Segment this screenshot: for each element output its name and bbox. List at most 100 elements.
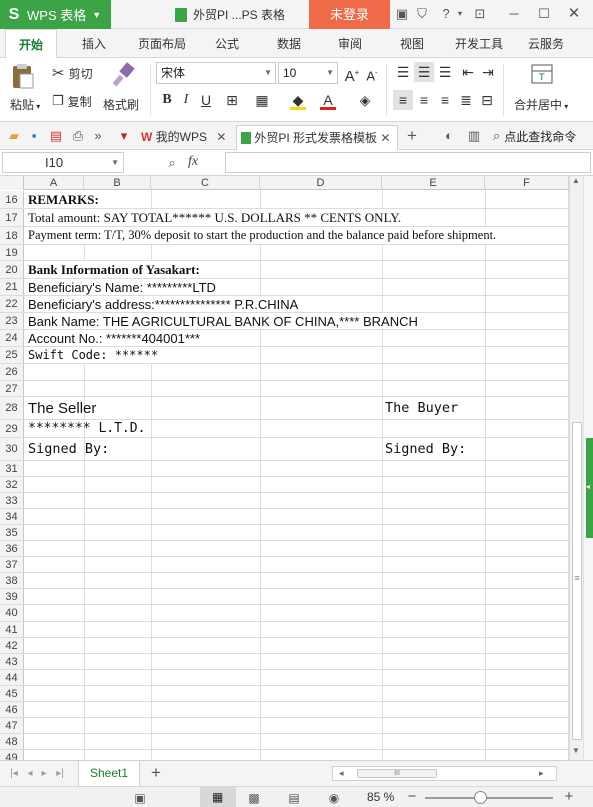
side-panel-toggle[interactable]: ◂	[586, 438, 593, 538]
reading-layout-icon[interactable]: ▤	[286, 790, 302, 806]
pdf-icon[interactable]: ▤	[48, 128, 64, 144]
app-menu-button[interactable]: S WPS 表格 ▼	[0, 0, 111, 29]
row-header[interactable]: 48	[0, 734, 24, 749]
align-center-icon[interactable]: ≡	[414, 90, 434, 110]
font-size-select[interactable]: 10 ▼	[278, 62, 338, 84]
fill-color-icon[interactable]: ◆	[288, 90, 308, 110]
format-painter-button[interactable]: 格式刷	[103, 62, 143, 120]
save-icon[interactable]: ▪	[26, 128, 42, 144]
scroll-right-icon[interactable]: ▸	[539, 768, 544, 779]
close-icon[interactable]: ✕	[566, 6, 582, 22]
column-header[interactable]: A	[24, 176, 84, 190]
row-header[interactable]: 17	[0, 209, 24, 226]
close-tab-icon[interactable]: ✕	[216, 130, 226, 144]
row-header[interactable]: 36	[0, 541, 24, 556]
horizontal-scroll-thumb[interactable]: III	[357, 769, 437, 778]
name-box[interactable]: I10 ▼	[2, 152, 124, 173]
gift-icon[interactable]: ▣	[394, 6, 410, 22]
row-header[interactable]: 26	[0, 364, 24, 380]
account-no-cell[interactable]: Account No.: *******404001***	[28, 330, 201, 346]
maximize-icon[interactable]: ☐	[536, 6, 552, 22]
indent-increase-icon[interactable]: ⇥	[478, 62, 498, 82]
font-name-select[interactable]: 宋体 ▼	[156, 62, 276, 84]
row-header[interactable]: 31	[0, 461, 24, 476]
tab-list-icon[interactable]: ▥	[466, 128, 482, 144]
row-header[interactable]: 25	[0, 347, 24, 363]
tab-view[interactable]: 视图	[390, 29, 434, 58]
first-sheet-icon[interactable]: |◂	[6, 766, 22, 782]
decrease-font-icon[interactable]: A-	[362, 63, 382, 83]
row-header[interactable]: 29	[0, 420, 24, 437]
row-header[interactable]: 42	[0, 638, 24, 653]
shirt-icon[interactable]: ⛉	[414, 6, 430, 22]
row-header[interactable]: 23	[0, 313, 24, 329]
align-left-icon[interactable]: ≡	[393, 90, 413, 110]
more-icon[interactable]: »	[90, 128, 106, 144]
row-header[interactable]: 41	[0, 622, 24, 637]
last-sheet-icon[interactable]: ▸|	[52, 766, 68, 782]
column-header[interactable]: F	[485, 176, 569, 190]
horizontal-scrollbar[interactable]: ◂ III ▸	[332, 766, 557, 781]
italic-icon[interactable]: I	[176, 90, 196, 110]
seller-signed-by-cell[interactable]: Signed By:	[28, 438, 109, 460]
bank-info-heading[interactable]: Bank Information of Yasakart:	[28, 261, 200, 278]
login-button[interactable]: 未登录	[309, 0, 390, 29]
increase-font-icon[interactable]: A+	[342, 63, 362, 85]
scroll-up-icon[interactable]: ▲	[572, 176, 580, 185]
tab-my-wps[interactable]: W 我的WPS ✕	[137, 125, 233, 150]
page-break-view-icon[interactable]: ▩	[246, 790, 262, 806]
open-folder-icon[interactable]: ▰	[6, 128, 22, 144]
tab-cloud-service[interactable]: 云服务	[523, 29, 569, 58]
row-header[interactable]: 43	[0, 654, 24, 669]
row-header[interactable]: 47	[0, 718, 24, 733]
beneficiary-name-cell[interactable]: Beneficiary's Name: *********LTD	[28, 279, 216, 295]
seller-company-cell[interactable]: ******** L.T.D.	[28, 420, 145, 437]
align-bottom-icon[interactable]: ☰	[435, 62, 455, 82]
row-header[interactable]: 38	[0, 573, 24, 588]
seller-label-cell[interactable]: The Seller	[28, 397, 96, 419]
row-header[interactable]: 49	[0, 750, 24, 760]
customize-icon[interactable]: ▾	[116, 128, 132, 144]
row-header[interactable]: 34	[0, 509, 24, 524]
tab-insert[interactable]: 插入	[72, 29, 116, 58]
distributed-align-icon[interactable]: ⊟	[477, 90, 497, 110]
clear-format-icon[interactable]: ◈	[355, 90, 375, 110]
bold-icon[interactable]: B	[157, 90, 177, 110]
row-header[interactable]: 27	[0, 381, 24, 396]
total-amount-cell[interactable]: Total amount: SAY TOTAL****** U.S. DOLLA…	[28, 209, 402, 226]
paste-button[interactable]: 粘贴 ▾	[8, 62, 42, 120]
zoom-in-icon[interactable]: +	[561, 789, 577, 805]
merge-center-button[interactable]: T 合并居中 ▾	[510, 62, 574, 120]
next-sheet-icon[interactable]: ▸	[36, 766, 52, 782]
vertical-scroll-thumb[interactable]: ≡	[572, 422, 582, 740]
beneficiary-address-cell[interactable]: Beneficiary's address:*************** P.…	[28, 296, 299, 312]
row-header[interactable]: 32	[0, 477, 24, 492]
borders-icon[interactable]: ⊞	[222, 90, 242, 110]
tab-formulas[interactable]: 公式	[205, 29, 249, 58]
zoom-slider-track[interactable]	[425, 797, 553, 799]
row-header[interactable]: 21	[0, 279, 24, 295]
font-color-icon[interactable]: A	[318, 90, 338, 110]
column-header[interactable]: C	[151, 176, 260, 190]
new-tab-icon[interactable]: +	[404, 127, 420, 144]
tab-document[interactable]: 外贸PI 形式发票格模板 ✕	[236, 125, 398, 150]
zoom-slider-knob[interactable]	[474, 791, 487, 804]
row-header[interactable]: 44	[0, 670, 24, 685]
row-header[interactable]: 16	[0, 191, 24, 208]
print-icon[interactable]: ⎙	[70, 128, 86, 144]
remarks-heading[interactable]: REMARKS:	[28, 191, 99, 208]
vertical-scrollbar[interactable]: ▲ ≡ ▼	[569, 176, 583, 760]
row-header[interactable]: 46	[0, 702, 24, 717]
eye-protection-icon[interactable]: ◉	[326, 790, 342, 806]
scroll-left-icon[interactable]: ◂	[339, 768, 344, 779]
align-top-icon[interactable]: ☰	[393, 62, 413, 82]
row-header[interactable]: 40	[0, 605, 24, 621]
tab-action-icon[interactable]: ◐	[441, 128, 457, 144]
bank-name-cell[interactable]: Bank Name: THE AGRICULTURAL BANK OF CHIN…	[28, 313, 418, 329]
cell-style-icon[interactable]: ▦	[252, 90, 272, 110]
fullscreen-icon[interactable]: ⊡	[472, 6, 488, 22]
buyer-signed-by-cell[interactable]: Signed By:	[385, 438, 466, 460]
cut-button[interactable]: ✂ 剪切	[52, 64, 93, 82]
minimize-icon[interactable]: ─	[506, 6, 522, 22]
worksheet-grid[interactable]: A B C D E F 16 REMARKS: 17 Total amount:…	[0, 176, 569, 760]
